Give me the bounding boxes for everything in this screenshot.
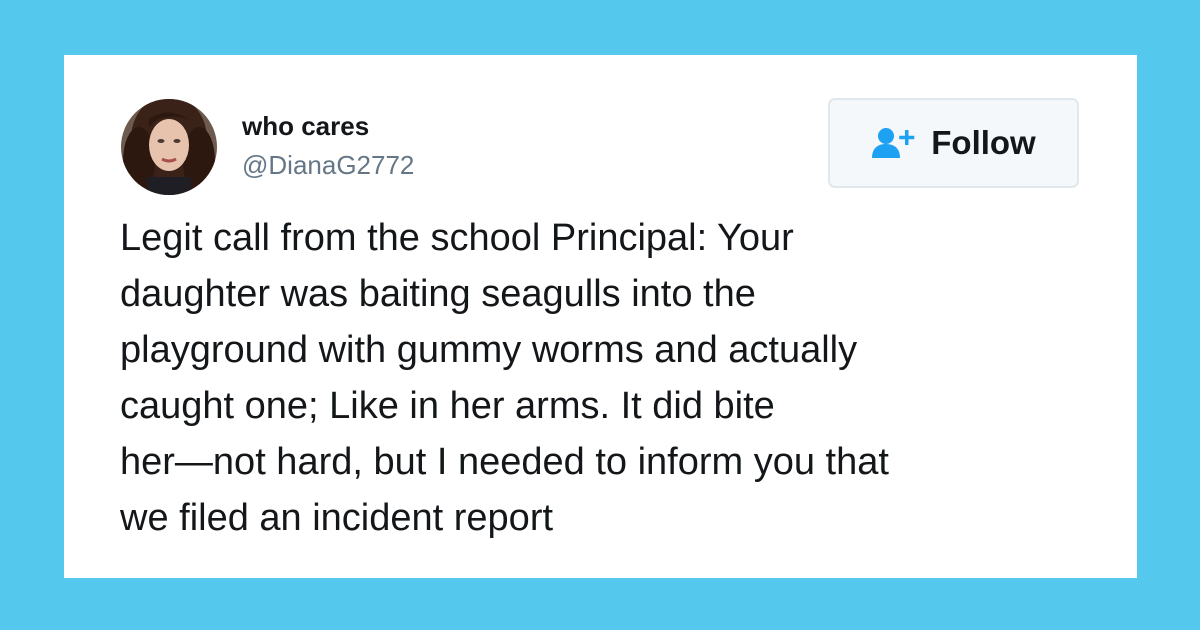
tweet-text-line: caught one; Like in her arms. It did bit… [120,385,775,427]
avatar[interactable] [121,99,217,195]
follow-button[interactable]: Follow [828,98,1079,188]
avatar-photo-icon [121,99,217,195]
follow-button-label: Follow [931,124,1036,161]
tweet-card: who cares @DianaG2772 Follow Legit call … [64,55,1137,578]
user-handle[interactable]: @DianaG2772 [242,150,414,181]
tweet-text-line: Legit call from the school Principal: Yo… [120,217,794,259]
tweet-text: Legit call from the school Principal: Yo… [120,210,1110,546]
tweet-text-line: daughter was baiting seagulls into the [120,273,756,315]
tweet-text-line: her—not hard, but I needed to inform you… [120,441,889,483]
display-name[interactable]: who cares [242,111,369,142]
tweet-text-line: playground with gummy worms and actually [120,329,858,371]
tweet-text-line: we filed an incident report [120,497,554,539]
add-user-icon [871,127,915,159]
